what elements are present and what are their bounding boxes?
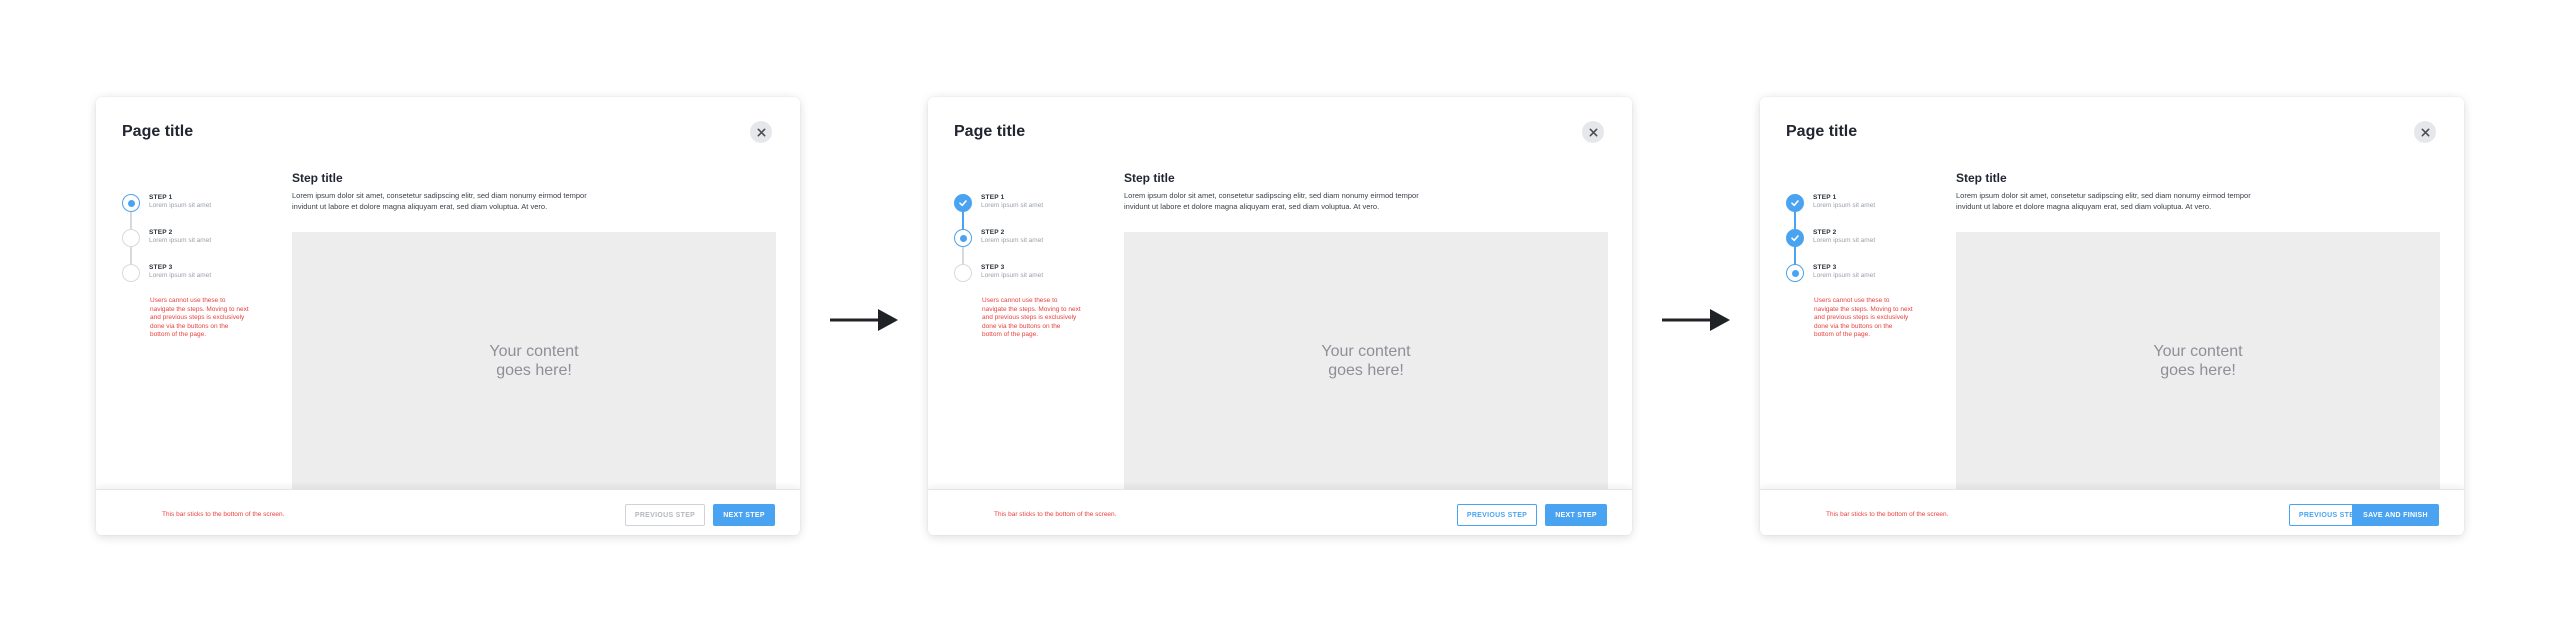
bottom-action-bar: This bar sticks to the bottom of the scr… bbox=[928, 489, 1632, 535]
bottom-bar-annotation: This bar sticks to the bottom of the scr… bbox=[162, 511, 285, 518]
step-subtitle: Lorem ipsum sit amet bbox=[1813, 237, 1876, 244]
step-indicator-current bbox=[122, 194, 140, 212]
stepper-item-step-3: STEP 3 Lorem ipsum sit amet bbox=[122, 264, 262, 299]
stepper-item-step-2: STEP 2 Lorem ipsum sit amet bbox=[122, 229, 262, 264]
page-title: Page title bbox=[122, 123, 194, 140]
step-label: STEP 2 bbox=[149, 229, 173, 236]
step-connector bbox=[1794, 212, 1796, 229]
stepper: STEP 1 Lorem ipsum sit amet STEP 2 Lorem i… bbox=[122, 194, 262, 299]
previous-step-button[interactable]: PREVIOUS STEP bbox=[625, 504, 705, 526]
stepper: STEP 1 Lorem ipsum sit amet STEP 2 Lorem i… bbox=[954, 194, 1094, 299]
step-title: Step title bbox=[1956, 171, 2007, 185]
close-icon bbox=[1589, 128, 1597, 136]
step-indicator-current bbox=[1786, 264, 1804, 282]
page-title: Page title bbox=[954, 123, 1026, 140]
step-subtitle: Lorem ipsum sit amet bbox=[1813, 202, 1876, 209]
step-indicator-upcoming bbox=[954, 264, 972, 282]
step-label: STEP 2 bbox=[981, 229, 1005, 236]
bottom-action-bar: This bar sticks to the bottom of the scr… bbox=[1760, 489, 2464, 535]
step-label: STEP 2 bbox=[1813, 229, 1837, 236]
content-placeholder-text: Your content goes here! bbox=[2153, 343, 2243, 379]
bottom-bar-annotation: This bar sticks to the bottom of the scr… bbox=[1826, 511, 1949, 518]
content-placeholder-text: Your content goes here! bbox=[1321, 343, 1411, 379]
next-step-button[interactable]: NEXT STEP bbox=[713, 504, 775, 526]
stepper: STEP 1 Lorem ipsum sit amet STEP 2 Lorem i… bbox=[1786, 194, 1926, 299]
step-subtitle: Lorem ipsum sit amet bbox=[149, 202, 212, 209]
content-placeholder: Your content goes here! bbox=[1124, 232, 1608, 490]
stepper-item-step-1: STEP 1 Lorem ipsum sit amet bbox=[1786, 194, 1926, 229]
previous-step-button[interactable]: PREVIOUS STEP bbox=[1457, 504, 1537, 526]
step-connector bbox=[1794, 247, 1796, 264]
arrow-right-icon bbox=[1662, 309, 1730, 331]
stepper-annotation: Users cannot use these to navigate the s… bbox=[1814, 297, 1913, 338]
step-label: STEP 3 bbox=[149, 264, 173, 271]
stepper-annotation: Users cannot use these to navigate the s… bbox=[982, 297, 1081, 338]
step-indicator-done bbox=[954, 194, 972, 212]
step-subtitle: Lorem ipsum sit amet bbox=[149, 237, 212, 244]
close-button[interactable] bbox=[750, 121, 772, 143]
step-label: STEP 3 bbox=[981, 264, 1005, 271]
step-description: Lorem ipsum dolor sit amet, consetetur s… bbox=[292, 191, 587, 211]
check-icon bbox=[1791, 200, 1799, 207]
step-subtitle: Lorem ipsum sit amet bbox=[149, 272, 212, 279]
step-label: STEP 3 bbox=[1813, 264, 1837, 271]
check-icon bbox=[1791, 235, 1799, 242]
content-placeholder: Your content goes here! bbox=[1956, 232, 2440, 490]
step-description: Lorem ipsum dolor sit amet, consetetur s… bbox=[1956, 191, 2251, 211]
step-description: Lorem ipsum dolor sit amet, consetetur s… bbox=[1124, 191, 1419, 211]
step-subtitle: Lorem ipsum sit amet bbox=[981, 202, 1044, 209]
save-and-finish-button[interactable]: SAVE AND FINISH bbox=[2352, 504, 2439, 526]
stepper-item-step-3: STEP 3 Lorem ipsum sit amet bbox=[1786, 264, 1926, 299]
wizard-panel-step-2: Page title STEP 1 Lorem ipsum sit amet ST… bbox=[928, 97, 1632, 535]
step-title: Step title bbox=[1124, 171, 1175, 185]
check-icon bbox=[959, 200, 967, 207]
step-connector bbox=[130, 247, 132, 264]
wizard-panel-step-3: Page title STEP 1 Lorem ipsum sit amet ST… bbox=[1760, 97, 2464, 535]
close-icon bbox=[757, 128, 765, 136]
step-subtitle: Lorem ipsum sit amet bbox=[981, 237, 1044, 244]
step-indicator-done bbox=[1786, 194, 1804, 212]
step-title: Step title bbox=[292, 171, 343, 185]
stepper-item-step-2: STEP 2 Lorem ipsum sit amet bbox=[954, 229, 1094, 264]
bottom-action-bar: This bar sticks to the bottom of the scr… bbox=[96, 489, 800, 535]
step-label: STEP 1 bbox=[149, 194, 173, 201]
step-indicator-done bbox=[1786, 229, 1804, 247]
stepper-item-step-2: STEP 2 Lorem ipsum sit amet bbox=[1786, 229, 1926, 264]
step-connector bbox=[962, 212, 964, 229]
step-indicator-current bbox=[954, 229, 972, 247]
step-indicator-upcoming bbox=[122, 229, 140, 247]
stepper-annotation: Users cannot use these to navigate the s… bbox=[150, 297, 249, 338]
content-placeholder: Your content goes here! bbox=[292, 232, 776, 490]
bottom-bar-annotation: This bar sticks to the bottom of the scr… bbox=[994, 511, 1117, 518]
next-step-button[interactable]: NEXT STEP bbox=[1545, 504, 1607, 526]
step-indicator-upcoming bbox=[122, 264, 140, 282]
step-connector bbox=[130, 212, 132, 229]
page-title: Page title bbox=[1786, 123, 1858, 140]
step-subtitle: Lorem ipsum sit amet bbox=[981, 272, 1044, 279]
wizard-panel-step-1: Page title STEP 1 Lorem ipsum sit amet ST… bbox=[96, 97, 800, 535]
stepper-item-step-1: STEP 1 Lorem ipsum sit amet bbox=[954, 194, 1094, 229]
content-placeholder-text: Your content goes here! bbox=[489, 343, 579, 379]
close-button[interactable] bbox=[2414, 121, 2436, 143]
step-subtitle: Lorem ipsum sit amet bbox=[1813, 272, 1876, 279]
close-icon bbox=[2421, 128, 2429, 136]
step-label: STEP 1 bbox=[1813, 194, 1837, 201]
close-button[interactable] bbox=[1582, 121, 1604, 143]
step-connector bbox=[962, 247, 964, 264]
arrow-right-icon bbox=[830, 309, 898, 331]
stepper-item-step-1: STEP 1 Lorem ipsum sit amet bbox=[122, 194, 262, 229]
stepper-item-step-3: STEP 3 Lorem ipsum sit amet bbox=[954, 264, 1094, 299]
step-label: STEP 1 bbox=[981, 194, 1005, 201]
